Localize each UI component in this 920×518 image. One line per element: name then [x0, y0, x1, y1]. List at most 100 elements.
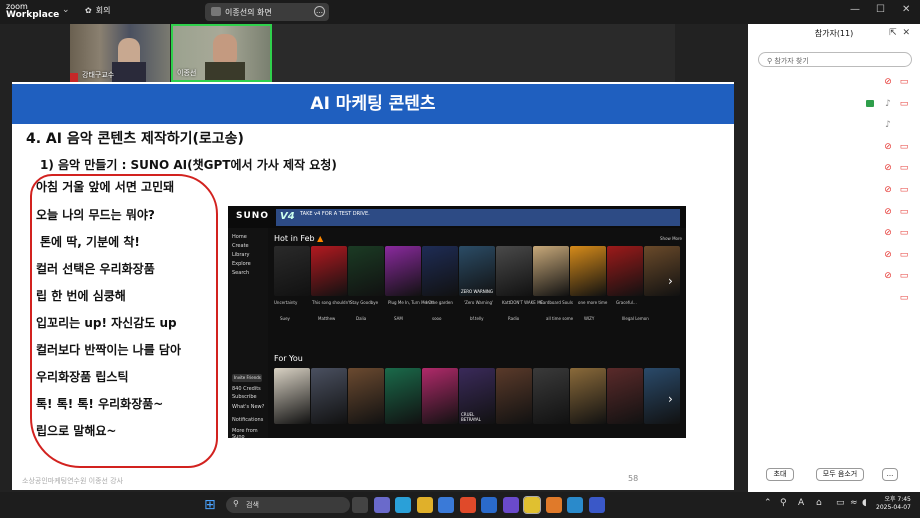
search-icon: ⚲ — [767, 57, 773, 65]
network-icon[interactable]: ⌂ — [816, 498, 822, 508]
volume-icon[interactable]: ◖ — [862, 498, 867, 508]
chevron-up-icon[interactable]: ⌃ — [764, 498, 772, 508]
song-user: all time some — [546, 316, 574, 321]
person-figure — [213, 34, 237, 64]
taskbar-app-icon[interactable] — [545, 497, 562, 513]
suno-nav-item: Home — [232, 234, 247, 240]
taskbar-app-icon[interactable] — [502, 497, 519, 513]
lyric-line: 립으로 말해요~ — [36, 424, 117, 438]
taskbar-app-icon[interactable] — [567, 497, 583, 513]
taskbar-app-icon[interactable] — [373, 497, 390, 513]
mic-muted-icon: ⊘ — [884, 141, 892, 152]
suno-song-card — [311, 246, 347, 296]
close-icon[interactable]: ✕ — [902, 28, 910, 38]
suno-nav-item: Library — [232, 252, 250, 258]
person-body — [112, 62, 146, 82]
song-user: Dalia — [356, 316, 367, 321]
suno-nav-item: Create — [232, 243, 249, 249]
video-tile[interactable]: 강태구교수 — [70, 24, 170, 82]
screen-share-indicator[interactable]: 이종선의 화면 … — [205, 3, 329, 21]
video-name: 이종선 — [177, 69, 197, 77]
taskbar-app-icon[interactable] — [395, 497, 411, 513]
song-user: bf.telly — [470, 316, 484, 321]
lyric-line: 립 한 번에 심쿵해 — [36, 289, 126, 303]
song-title: Graceful... — [616, 300, 637, 305]
meeting-menu[interactable]: ✿ 회의 — [85, 5, 110, 16]
mic-muted-icon: ⊘ — [884, 185, 892, 195]
maximize-icon[interactable]: ☐ — [876, 4, 885, 15]
suno-nav-item: Search — [232, 270, 250, 276]
slide-heading: 4. AI 음악 콘텐츠 제작하기(로고송) — [26, 131, 244, 147]
suno-song-card — [533, 368, 569, 424]
taskbar-app-icon[interactable] — [523, 496, 541, 514]
suno-nav-item: What's New? — [232, 404, 265, 410]
more-button[interactable]: ... — [882, 468, 898, 481]
suno-song-card: CRUEL BETRAYAL — [459, 368, 495, 424]
suno-logo: SUNO — [236, 211, 269, 221]
lyric-line: 우리화장품 립스틱 — [36, 370, 129, 384]
taskbar-search[interactable]: ⚲ 검색 — [226, 497, 350, 513]
taskbar-app-icon[interactable] — [481, 497, 497, 513]
taskbar-app-icon[interactable] — [438, 497, 454, 513]
suno-section-hot: Hot in Feb ▲ — [274, 234, 323, 243]
camera-off-icon: ▭ — [899, 249, 909, 260]
suno-song-card — [274, 368, 310, 424]
more-options-icon[interactable]: … — [314, 6, 325, 17]
taskbar-app-icon[interactable] — [459, 497, 476, 513]
suno-song-card — [348, 246, 384, 296]
suno-credits: 840 Credits — [232, 386, 261, 392]
suno-song-card — [348, 368, 384, 424]
invite-button[interactable]: 초대 — [766, 468, 794, 481]
card-label: CRUEL BETRAYAL — [461, 412, 481, 422]
slide-subheading: 1) 음악 만들기 : SUNO AI(챗GPT에서 가사 제작 요청) — [40, 158, 337, 172]
suno-song-card — [496, 368, 532, 424]
suno-nav-item: Notifications — [232, 417, 264, 423]
song-user: Radio — [508, 316, 520, 321]
language-icon[interactable]: A — [798, 498, 804, 508]
mute-all-button[interactable]: 모두 음소거 — [816, 468, 864, 481]
suno-song-card — [570, 368, 606, 424]
participant-search-input[interactable]: ⚲ 참가자 찾기 — [758, 52, 912, 67]
shared-slide: AI 마케팅 콘텐츠 4. AI 음악 콘텐츠 제작하기(로고송) 1) 음악 … — [12, 82, 734, 490]
meeting-stage: 강태구교수 이종선 AI 마케팅 콘텐츠 4. AI 음악 콘텐츠 제작하기(로… — [0, 24, 748, 492]
suno-song-card — [644, 368, 680, 424]
windows-start-icon[interactable]: ⊞ — [204, 497, 220, 513]
taskbar-app-icon[interactable] — [416, 497, 433, 513]
camera-off-icon: ▭ — [899, 185, 909, 195]
taskbar-app-icon[interactable] — [588, 497, 605, 513]
mic-icon: ♪ — [885, 120, 891, 131]
taskbar-app-icon[interactable] — [352, 497, 368, 513]
lyric-line: 컬러 선택은 우리화장품 — [36, 262, 155, 276]
video-tile-active[interactable]: 이종선 — [171, 24, 272, 82]
logo-line2: Workplace — [6, 10, 60, 20]
zoom-logo: zoom Workplace — [6, 2, 59, 20]
mic-muted-icon: ⊘ — [884, 163, 892, 174]
wifi-icon[interactable]: ≈ — [850, 498, 858, 508]
minimize-icon[interactable]: — — [850, 4, 860, 15]
suno-song-card — [607, 246, 643, 296]
clock-time: 오후 7:45 — [884, 496, 911, 503]
mic-muted-icon: ⊘ — [884, 228, 892, 239]
mic-muted-icon: ⊘ — [884, 206, 892, 217]
song-title: Uncertainty — [274, 300, 298, 305]
suno-screenshot: SUNO V4 TAKE v4 FOR A TEST DRIVE. Home C… — [228, 206, 686, 438]
person-body — [205, 62, 245, 80]
camera-off-icon: ▭ — [899, 77, 909, 87]
suno-song-card — [385, 368, 421, 424]
mic-muted-icon: ⊘ — [884, 77, 892, 87]
chevron-down-icon[interactable]: ⌄ — [62, 5, 70, 15]
suno-banner-text: TAKE v4 FOR A TEST DRIVE. — [300, 211, 370, 217]
suno-section-foryou: For You — [274, 354, 303, 363]
mic-muted-icon: ⊘ — [884, 271, 892, 282]
close-icon[interactable]: ✕ — [902, 4, 910, 15]
suno-topbar: SUNO V4 TAKE v4 FOR A TEST DRIVE. — [228, 206, 686, 228]
monitor-icon[interactable]: ▭ — [836, 498, 845, 508]
mic-muted-icon: ⊘ — [884, 249, 892, 260]
popout-icon[interactable]: ⇱ — [889, 28, 897, 38]
taskbar-clock[interactable]: 오후 7:45 2025-04-07 — [876, 496, 911, 512]
card-label: ZERO WARNING — [461, 289, 493, 294]
suno-song-card: ZERO WARNING — [459, 246, 495, 296]
camera-off-icon: ▭ — [899, 206, 909, 217]
camera-off-icon: ▭ — [899, 141, 909, 152]
mic-icon: ♪ — [885, 98, 891, 109]
